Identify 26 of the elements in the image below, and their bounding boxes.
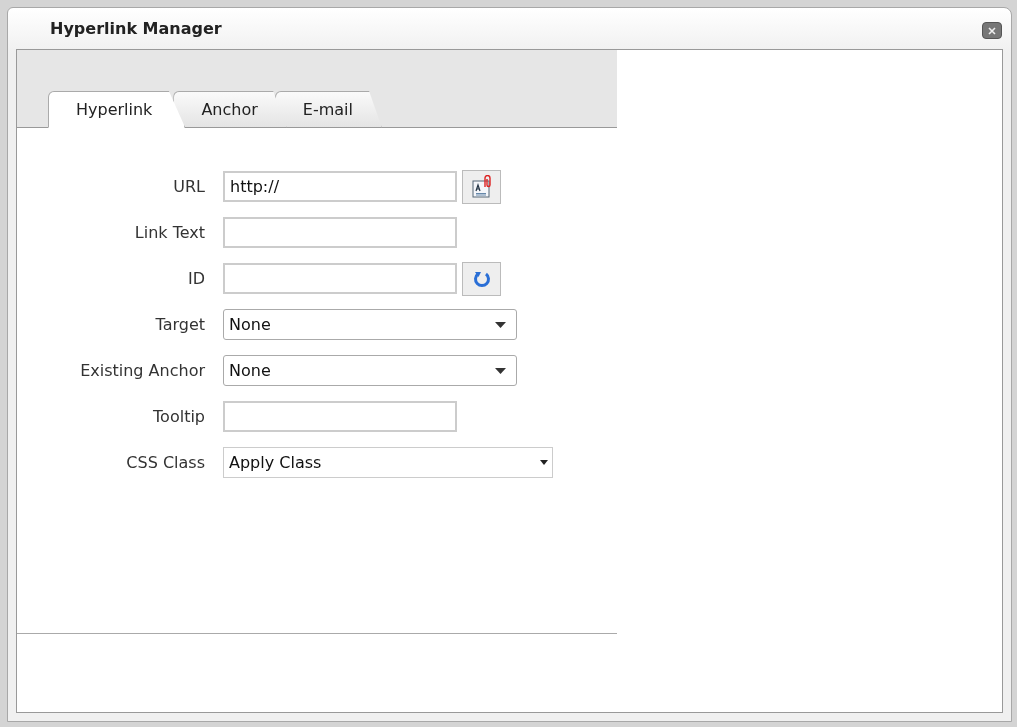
text-field[interactable] — [223, 401, 457, 432]
field-label: Link Text — [133, 223, 206, 242]
field-label: ID — [186, 269, 206, 288]
document-browse-button[interactable] — [462, 169, 501, 204]
text-field[interactable]: http:// — [223, 171, 457, 202]
dropdown[interactable]: Apply Class — [223, 447, 553, 478]
dropdown[interactable]: None — [223, 309, 517, 340]
caret-icon — [495, 321, 506, 328]
text-field[interactable] — [223, 217, 457, 248]
caret-icon — [495, 367, 506, 374]
field-label: URL — [172, 177, 206, 196]
refresh-button[interactable] — [462, 261, 501, 296]
tab[interactable]: Hyperlink — [48, 91, 186, 128]
tab[interactable]: Anchor — [173, 91, 287, 128]
field-label: CSS Class — [125, 453, 206, 472]
caret-icon — [540, 460, 548, 465]
close-button[interactable] — [982, 22, 1002, 39]
close-icon — [986, 25, 998, 36]
tab[interactable]: E-mail — [274, 91, 382, 128]
text-field[interactable] — [223, 263, 457, 294]
document-clip-icon — [469, 174, 494, 199]
field-label: Tooltip — [152, 407, 206, 426]
field-label: Target — [154, 315, 206, 334]
window-title: Hyperlink Manager — [49, 19, 222, 38]
dropdown[interactable]: None — [223, 355, 517, 386]
field-label: Existing Anchor — [79, 361, 206, 380]
